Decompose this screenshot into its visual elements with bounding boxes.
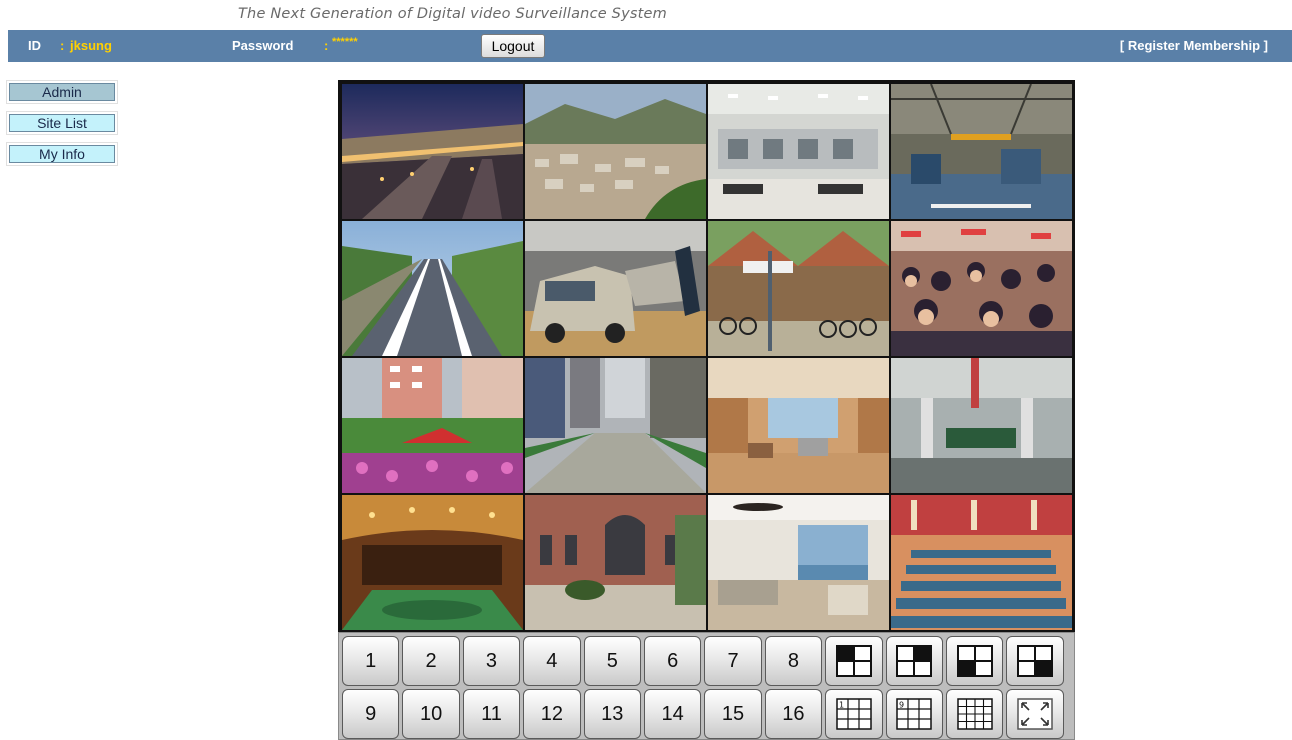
password-label: Password — [232, 38, 294, 53]
camera-13[interactable] — [342, 495, 523, 630]
camera-select-5-button[interactable]: 5 — [583, 636, 641, 686]
camera-select-3-button[interactable]: 3 — [462, 636, 521, 686]
quad-view-top-left-icon — [835, 645, 872, 677]
camera-select-2-button[interactable]: 2 — [402, 636, 460, 686]
video-viewer — [338, 80, 1075, 640]
fullscreen-button[interactable] — [1006, 689, 1064, 739]
id-colon: : — [60, 38, 65, 53]
sidebar-item-label: Admin — [9, 83, 115, 101]
camera-6-feed — [525, 221, 706, 356]
nine-view-1-button[interactable]: 1 — [825, 689, 883, 739]
nine-view-9-label: 9 — [899, 701, 904, 710]
camera-15-feed — [708, 495, 889, 630]
camera-4-feed — [891, 84, 1072, 219]
camera-5[interactable] — [342, 221, 523, 356]
quad-view-4-button[interactable] — [1006, 636, 1064, 686]
sidebar-item-label: My Info — [9, 145, 115, 163]
camera-7[interactable] — [708, 221, 889, 356]
camera-select-14-button[interactable]: 14 — [643, 689, 702, 739]
camera-select-13-button[interactable]: 13 — [583, 689, 641, 739]
camera-grid — [342, 84, 1072, 630]
id-label: ID — [28, 38, 41, 53]
camera-1-feed — [342, 84, 523, 219]
camera-select-10-button[interactable]: 10 — [402, 689, 460, 739]
sidebar-item-my-info[interactable]: My Info — [6, 142, 118, 166]
password-colon: : — [324, 38, 329, 53]
camera-7-feed — [708, 221, 889, 356]
id-value: jksung — [70, 38, 112, 53]
nine-view-from-1-icon: 1 — [836, 698, 872, 730]
camera-1[interactable] — [342, 84, 523, 219]
quad-view-top-right-icon — [896, 645, 933, 677]
camera-2[interactable] — [525, 84, 706, 219]
quad-view-bottom-left-icon — [956, 645, 993, 677]
camera-14[interactable] — [525, 495, 706, 630]
camera-2-feed — [525, 84, 706, 219]
camera-select-12-button[interactable]: 12 — [523, 689, 581, 739]
camera-12-feed — [891, 358, 1072, 493]
camera-select-15-button[interactable]: 15 — [704, 689, 762, 739]
camera-4[interactable] — [891, 84, 1072, 219]
tagline: The Next Generation of Digital video Sur… — [238, 6, 667, 22]
sidebar-item-admin[interactable]: Admin — [6, 80, 118, 104]
camera-9-feed — [342, 358, 523, 493]
camera-3[interactable] — [708, 84, 889, 219]
sidebar-item-site-list[interactable]: Site List — [6, 111, 118, 135]
sidebar-item-label: Site List — [9, 114, 115, 132]
camera-10-feed — [525, 358, 706, 493]
password-value: ****** — [332, 36, 358, 48]
camera-select-11-button[interactable]: 11 — [462, 689, 521, 739]
camera-3-feed — [708, 84, 889, 219]
camera-8[interactable] — [891, 221, 1072, 356]
quad-view-1-button[interactable] — [825, 636, 883, 686]
camera-10[interactable] — [525, 358, 706, 493]
controls-row-2: 9 10 11 12 13 14 15 16 1 9 — [342, 689, 1064, 739]
sixteen-view-icon — [956, 698, 993, 730]
camera-12[interactable] — [891, 358, 1072, 493]
view-controls: 1 2 3 4 5 6 7 8 9 10 11 12 13 14 15 16 1… — [338, 632, 1075, 740]
logout-button[interactable]: Logout — [481, 34, 545, 58]
fullscreen-icon — [1017, 698, 1053, 730]
quad-view-bottom-right-icon — [1016, 645, 1053, 677]
camera-9[interactable] — [342, 358, 523, 493]
sidebar: Admin Site List My Info — [6, 80, 118, 173]
camera-11[interactable] — [708, 358, 889, 493]
camera-14-feed — [525, 495, 706, 630]
nine-view-1-label: 1 — [839, 701, 844, 710]
camera-select-6-button[interactable]: 6 — [643, 636, 702, 686]
camera-select-4-button[interactable]: 4 — [523, 636, 581, 686]
camera-select-8-button[interactable]: 8 — [764, 636, 823, 686]
sixteen-view-button[interactable] — [945, 689, 1004, 739]
camera-16[interactable] — [891, 495, 1072, 630]
quad-view-2-button[interactable] — [885, 636, 943, 686]
camera-select-9-button[interactable]: 9 — [342, 689, 400, 739]
camera-16-feed — [891, 495, 1072, 630]
controls-row-1: 1 2 3 4 5 6 7 8 — [342, 636, 1064, 686]
camera-13-feed — [342, 495, 523, 630]
camera-5-feed — [342, 221, 523, 356]
nine-view-9-button[interactable]: 9 — [885, 689, 943, 739]
top-bar: ID : jksung Password : ****** Logout [ R… — [8, 30, 1292, 62]
quad-view-3-button[interactable] — [945, 636, 1004, 686]
camera-11-feed — [708, 358, 889, 493]
nine-view-from-9-icon: 9 — [896, 698, 932, 730]
camera-select-16-button[interactable]: 16 — [764, 689, 823, 739]
camera-select-7-button[interactable]: 7 — [704, 636, 762, 686]
camera-15[interactable] — [708, 495, 889, 630]
camera-8-feed — [891, 221, 1072, 356]
register-membership-link[interactable]: [ Register Membership ] — [1120, 38, 1268, 53]
camera-select-1-button[interactable]: 1 — [342, 636, 400, 686]
camera-6[interactable] — [525, 221, 706, 356]
